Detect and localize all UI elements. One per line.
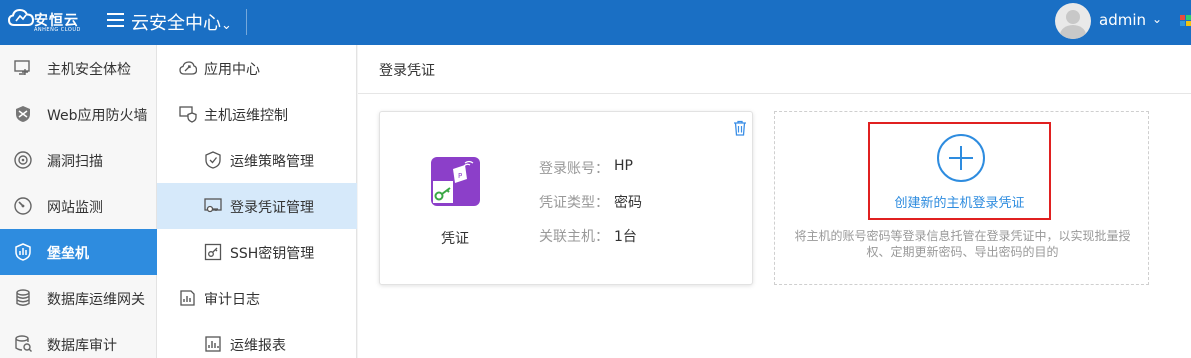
menu-toggle-icon[interactable] (107, 13, 124, 27)
scan-icon (14, 151, 32, 169)
submenu-item-audit-log[interactable]: 审计日志 (157, 275, 357, 321)
bastion-shield-icon (15, 243, 31, 261)
chevron-down-icon: ⌄ (221, 18, 232, 33)
username[interactable]: admin (1099, 11, 1146, 29)
submenu-item-label: 登录凭证管理 (230, 200, 314, 216)
credential-card[interactable]: P 凭证 登录账号： HP 凭证类型： 密码 关联主机： 1台 (379, 111, 753, 285)
app-center-icon (179, 61, 197, 75)
submenu-item-login-credentials[interactable]: 登录凭证管理 (157, 183, 357, 229)
database-icon (16, 289, 30, 306)
credential-name: 凭证 (441, 231, 469, 247)
submenu-item-ssh-keys[interactable]: SSH密钥管理 (157, 229, 357, 275)
sidebar-item-label: Web应用防火墙 (47, 108, 148, 124)
sidebar-item-db-gateway[interactable]: 数据库运维网关 (0, 275, 157, 321)
account-row: 登录账号： HP (539, 158, 633, 178)
report-icon (205, 336, 221, 352)
page-title: 登录凭证 (379, 63, 435, 79)
sidebar-item-host-check[interactable]: 主机安全体检 (0, 45, 157, 91)
sidebar-item-label: 网站监测 (47, 200, 103, 216)
submenu-item-ops-report[interactable]: 运维报表 (157, 321, 357, 358)
main-content: 登录凭证 P 凭证 登录账号： HP 凭证类型： 密码 关联主机： 1台 创建新… (358, 45, 1191, 358)
type-value: 密码 (614, 195, 642, 211)
account-value: HP (614, 158, 633, 174)
database-search-icon (15, 335, 32, 352)
submenu-item-ops-policy[interactable]: 运维策略管理 (157, 137, 357, 183)
submenu-item-app-center[interactable]: 应用中心 (157, 45, 357, 91)
create-credential-button[interactable]: 创建新的主机登录凭证 (868, 122, 1051, 220)
cloud-logo-icon (8, 8, 34, 26)
type-row: 凭证类型： 密码 (539, 192, 642, 212)
app-title: 云安全中心 (131, 13, 221, 34)
secondary-sidebar: 应用中心 主机运维控制 运维策略管理 登录凭证管理 SSH密钥管理 审计日志 运… (157, 45, 357, 358)
logo[interactable]: 安恒云 ANHENG CLOUD (8, 7, 86, 37)
plus-circle-icon (937, 134, 985, 182)
user-avatar[interactable] (1055, 3, 1091, 39)
app-switcher[interactable]: 云安全中心⌄ (131, 9, 232, 35)
policy-shield-icon (205, 151, 221, 169)
user-menu-chevron-icon[interactable]: ⌄ (1152, 12, 1162, 26)
monitor-shield-icon (179, 106, 197, 123)
submenu-item-host-ops[interactable]: 主机运维控制 (157, 91, 357, 137)
create-credential-label: 创建新的主机登录凭证 (894, 196, 1025, 211)
gauge-icon (14, 197, 32, 215)
sidebar-item-vuln-scan[interactable]: 漏洞扫描 (0, 137, 157, 183)
top-header: 安恒云 ANHENG CLOUD 云安全中心⌄ admin ⌄ (0, 0, 1191, 45)
hosts-row: 关联主机： 1台 (539, 226, 637, 246)
submenu-item-label: 主机运维控制 (204, 108, 288, 124)
header-divider (246, 9, 247, 35)
shield-icon (16, 106, 30, 122)
title-divider (358, 93, 1191, 94)
sidebar-item-db-audit[interactable]: 数据库审计 (0, 321, 157, 358)
key-icon (204, 243, 222, 261)
sidebar-item-label: 主机安全体检 (47, 62, 131, 78)
apps-grid-icon[interactable] (1180, 15, 1191, 29)
submenu-item-label: SSH密钥管理 (230, 246, 315, 262)
submenu-item-label: 运维策略管理 (230, 154, 314, 170)
svg-text:P: P (458, 172, 462, 180)
account-label: 登录账号： (539, 161, 609, 177)
type-label: 凭证类型： (539, 195, 609, 211)
sidebar-item-label: 数据库审计 (47, 338, 117, 354)
create-credential-card: 创建新的主机登录凭证 将主机的账号密码等登录信息托管在登录凭证中，以实现批量授权… (774, 111, 1149, 285)
primary-sidebar: 主机安全体检 Web应用防火墙 漏洞扫描 网站监测 堡垒机 数据库运维网关 数据… (0, 45, 157, 358)
sidebar-item-site-monitor[interactable]: 网站监测 (0, 183, 157, 229)
hosts-label: 关联主机： (539, 229, 609, 245)
submenu-item-label: 应用中心 (204, 62, 260, 78)
brand-subtitle: ANHENG CLOUD (34, 27, 81, 33)
create-credential-description: 将主机的账号密码等登录信息托管在登录凭证中，以实现批量授权、定期更新密码、导出密… (794, 229, 1131, 259)
trash-icon[interactable] (733, 120, 747, 136)
sidebar-item-label: 数据库运维网关 (47, 292, 145, 308)
hosts-value: 1台 (614, 229, 637, 245)
sidebar-item-label: 漏洞扫描 (47, 154, 103, 170)
sidebar-item-bastion[interactable]: 堡垒机 (0, 229, 157, 275)
submenu-item-label: 审计日志 (204, 292, 260, 308)
submenu-item-label: 运维报表 (230, 338, 286, 354)
credential-type-icon: P (431, 157, 480, 206)
credential-icon (204, 198, 222, 213)
sidebar-item-label: 堡垒机 (47, 246, 89, 262)
log-icon (180, 290, 195, 306)
sidebar-item-waf[interactable]: Web应用防火墙 (0, 91, 157, 137)
host-check-icon (14, 60, 30, 75)
